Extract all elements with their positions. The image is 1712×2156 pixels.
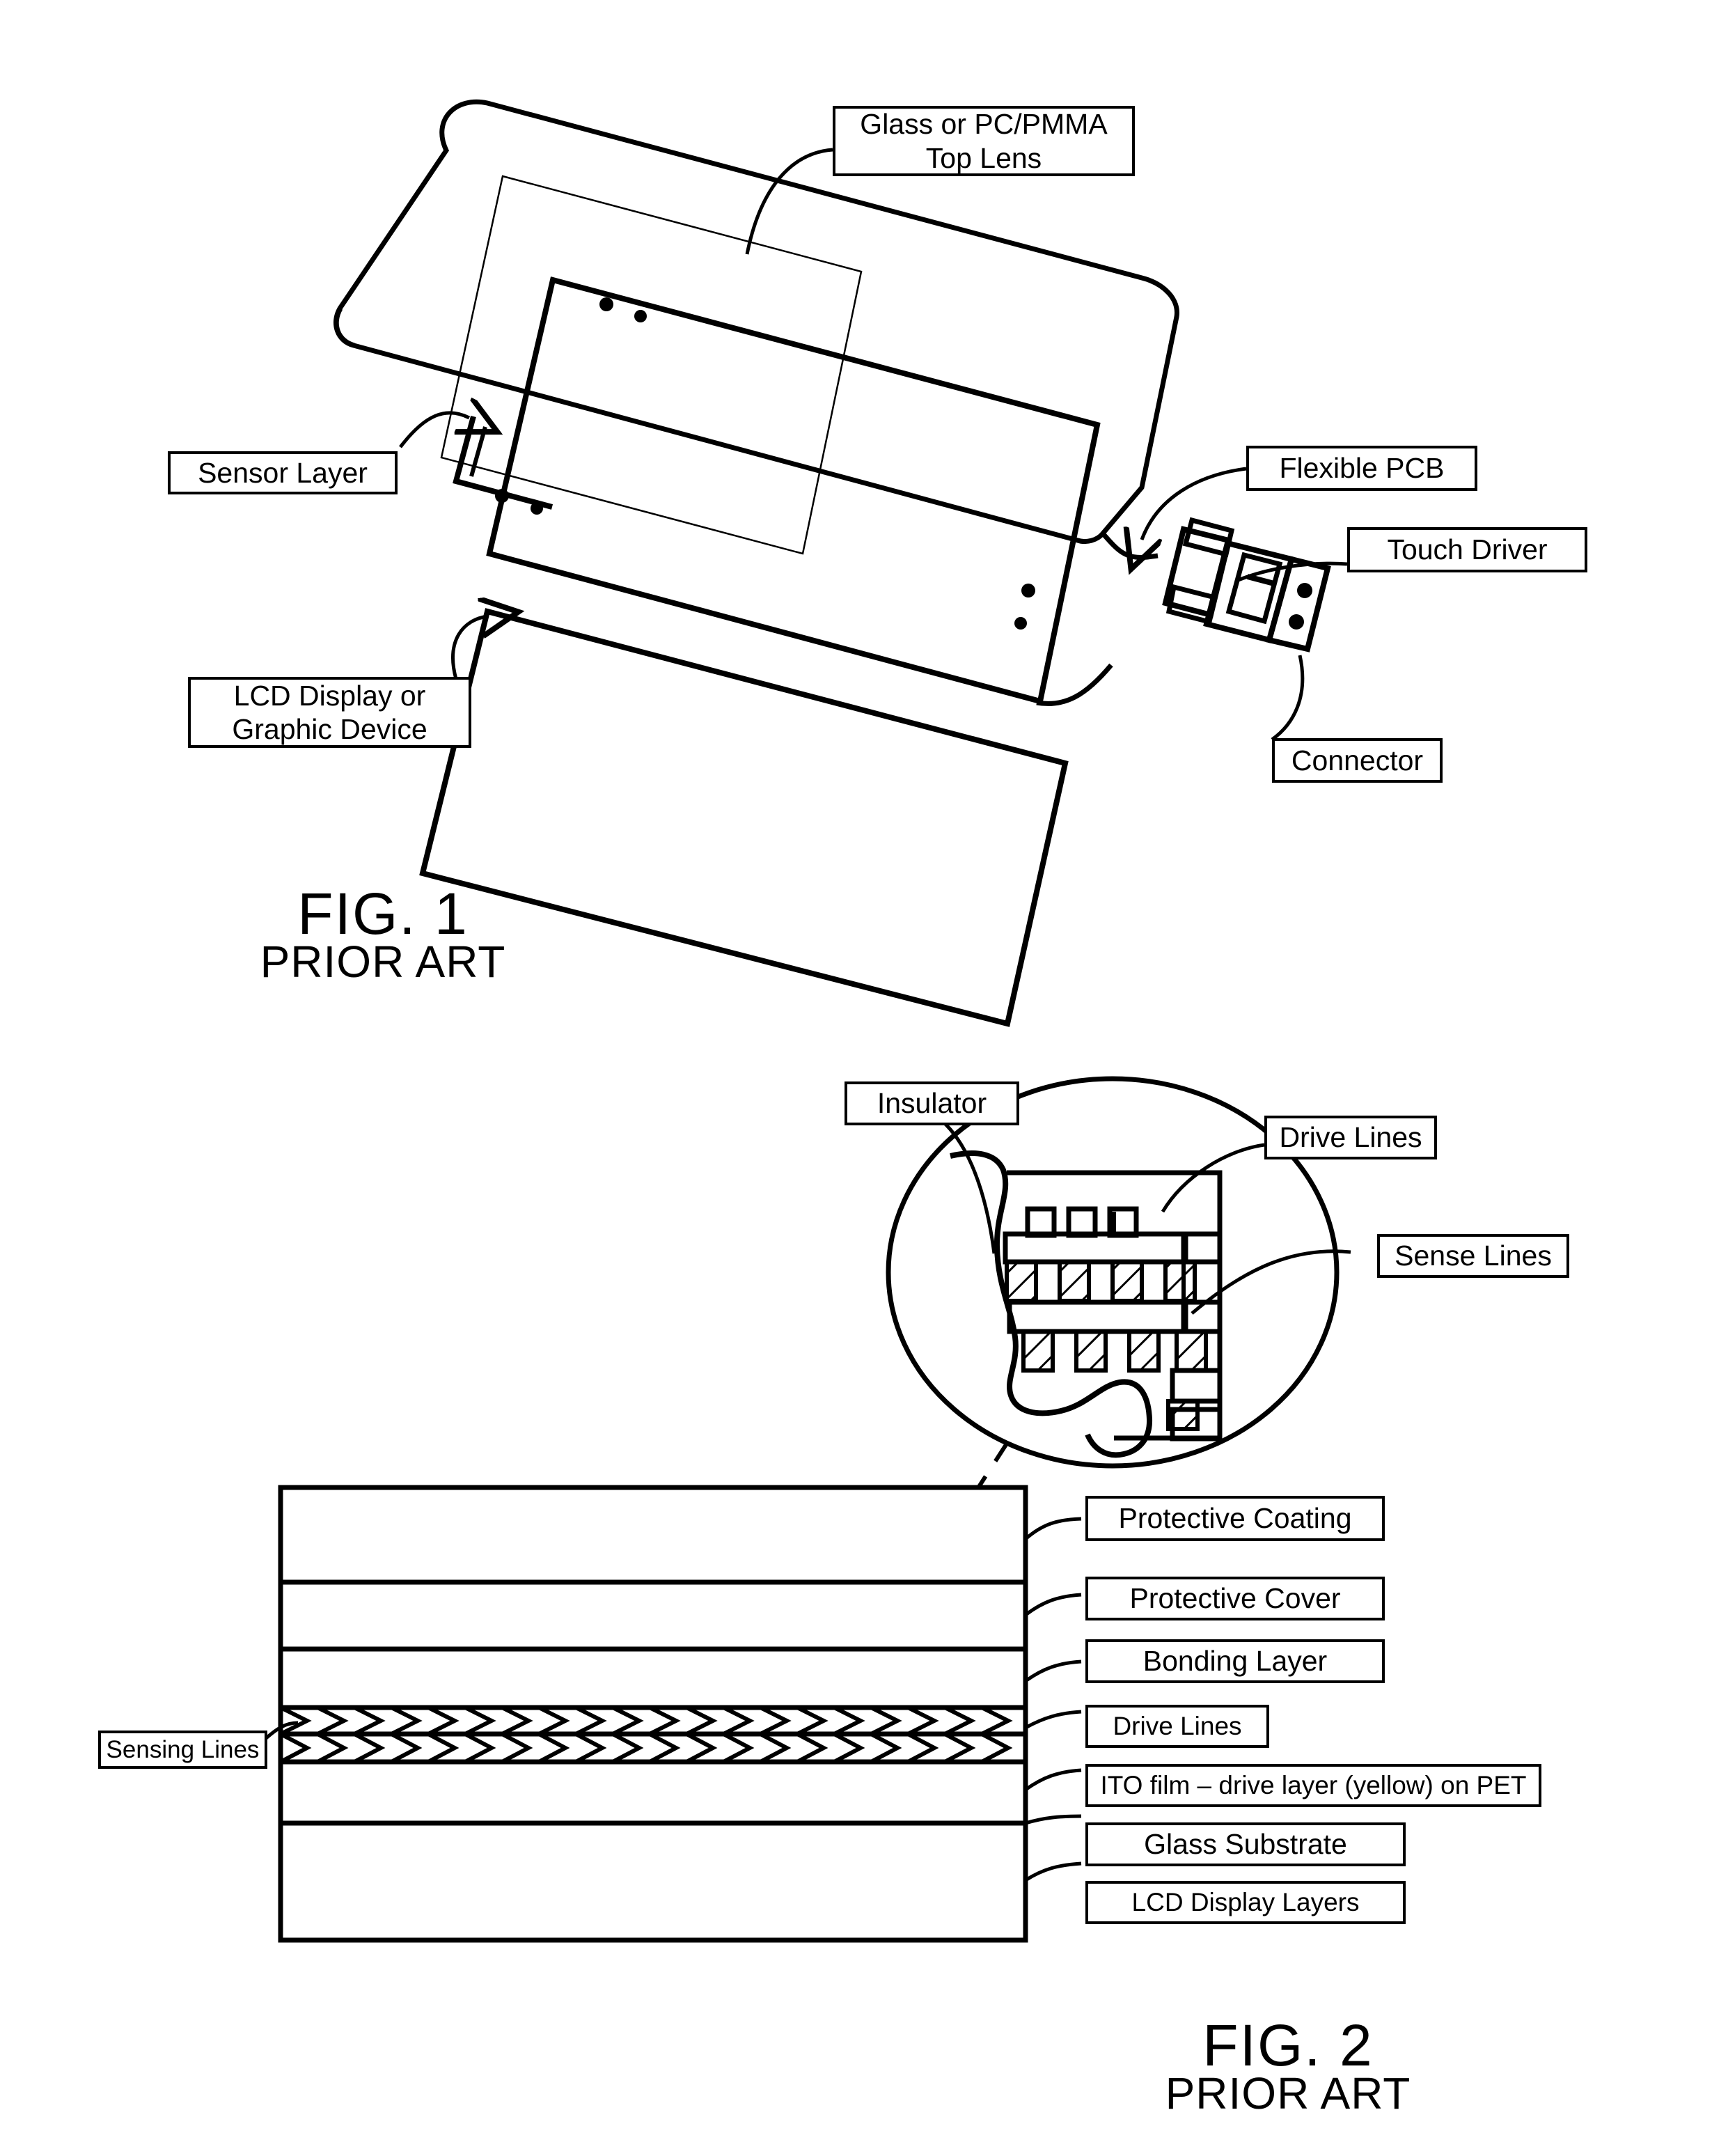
sensor-contact-dot-1: [599, 297, 613, 311]
label-text: Glass Substrate: [1144, 1828, 1347, 1861]
label-sensor-layer: Sensor Layer: [168, 451, 398, 494]
label-text: LCD Display or Graphic Device: [232, 679, 427, 745]
label-text: Sensing Lines: [106, 1735, 260, 1763]
label-glass-or-pc-pmma-top-lens: Glass or PC/PMMA Top Lens: [833, 106, 1135, 176]
leader-lcd-display-layers: [1024, 1861, 1082, 1882]
magnified-sensor-detail: [950, 1150, 1223, 1458]
label-ito-film: ITO film – drive layer (yellow) on PET: [1085, 1764, 1541, 1807]
drawing-artwork: [263, 99, 1351, 1943]
label-connector: Connector: [1272, 738, 1443, 783]
label-protective-cover: Protective Cover: [1085, 1577, 1385, 1620]
caption-note-text: PRIOR ART: [1165, 2068, 1411, 2118]
label-drive-lines-callout: Drive Lines: [1264, 1116, 1437, 1159]
patent-drawing-sheet: Glass or PC/PMMA Top Lens Sensor Layer L…: [0, 0, 1712, 2156]
label-text: Glass or PC/PMMA Top Lens: [860, 108, 1108, 174]
label-drive-lines-stack: Drive Lines: [1085, 1705, 1269, 1748]
hatched-row-a: [1005, 1260, 1197, 1303]
label-text: ITO film – drive layer (yellow) on PET: [1100, 1771, 1527, 1800]
sensor-contact-dot-4: [531, 502, 543, 515]
sensing-lines-chevrons: [279, 1732, 1013, 1764]
label-touch-driver: Touch Driver: [1347, 527, 1587, 572]
label-bonding-layer: Bonding Layer: [1085, 1639, 1385, 1683]
label-text: Insulator: [877, 1087, 987, 1120]
label-insulator: Insulator: [845, 1081, 1019, 1125]
label-text: Flexible PCB: [1279, 452, 1445, 485]
label-text: Drive Lines: [1113, 1712, 1242, 1741]
label-sensing-lines: Sensing Lines: [98, 1731, 267, 1769]
layer-stack: [278, 1485, 1028, 1943]
leader-sensor-layer: [399, 413, 469, 448]
stack-outer: [278, 1485, 1028, 1943]
label-text: Touch Driver: [1387, 533, 1548, 566]
label-text: Protective Cover: [1129, 1582, 1341, 1615]
flexible-pcb-tail: [1101, 531, 1159, 560]
label-lcd-display-or-graphic-device: LCD Display or Graphic Device: [188, 677, 471, 748]
label-text: LCD Display Layers: [1131, 1888, 1360, 1917]
fig2-caption-note: PRIOR ART: [1114, 2016, 1462, 2119]
label-text: Bonding Layer: [1142, 1645, 1328, 1678]
magnifier-leader-dashed: [975, 1442, 1009, 1490]
label-text: Protective Coating: [1118, 1502, 1352, 1535]
leader-drive-lines-callout: [1161, 1143, 1265, 1213]
leader-glass-substrate: [1025, 1814, 1082, 1825]
label-text: Drive Lines: [1279, 1121, 1422, 1154]
top-lens-left-edge: [333, 307, 356, 348]
drive-lines-chevrons: [279, 1705, 1013, 1736]
label-text: Sense Lines: [1395, 1240, 1552, 1272]
fig1-caption-note: PRIOR ART: [209, 884, 557, 987]
caption-note-text: PRIOR ART: [260, 937, 506, 987]
label-protective-coating: Protective Coating: [1085, 1496, 1385, 1541]
touch-driver-module: [1162, 517, 1331, 653]
hatched-row-b: [1021, 1329, 1208, 1373]
leader-insulator: [932, 1112, 996, 1254]
leader-protective-coating: [1024, 1517, 1082, 1540]
leader-ito-film: [1024, 1768, 1082, 1792]
leader-protective-cover: [1024, 1593, 1082, 1616]
label-flexible-pcb: Flexible PCB: [1246, 446, 1477, 491]
label-glass-substrate: Glass Substrate: [1085, 1822, 1406, 1866]
leader-bonding-layer: [1024, 1659, 1082, 1683]
sensor-contact-dot-5: [1021, 584, 1035, 597]
leader-connector: [1271, 655, 1305, 742]
label-sense-lines-callout: Sense Lines: [1377, 1234, 1569, 1278]
leader-top-lens: [745, 148, 833, 255]
leader-drive-lines-stack: [1024, 1710, 1082, 1730]
label-text: Sensor Layer: [198, 456, 368, 489]
sensor-contact-dot-6: [1014, 617, 1027, 630]
label-lcd-display-layers: LCD Display Layers: [1085, 1881, 1406, 1924]
label-text: Connector: [1291, 744, 1424, 776]
sensor-contact-dot-2: [634, 310, 647, 322]
sensor-contact-dot-3: [495, 489, 509, 503]
